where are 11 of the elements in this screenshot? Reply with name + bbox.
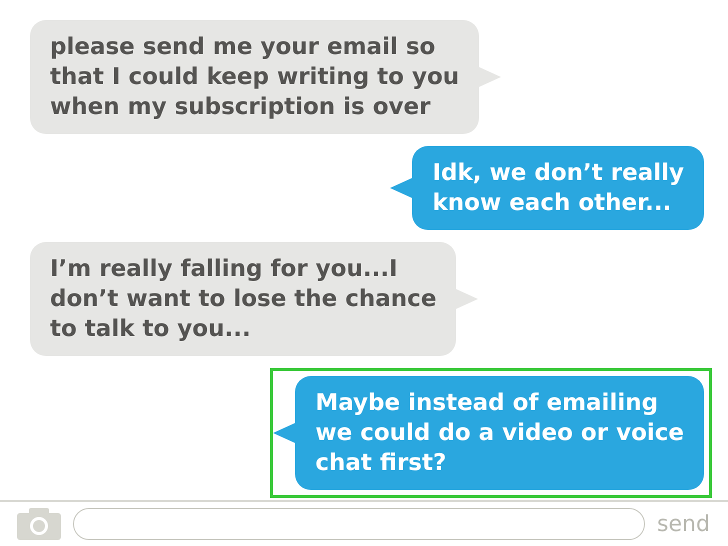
message-bubble: Idk, we don’t really know each other... <box>412 146 704 230</box>
bubble-tail-icon <box>456 289 478 309</box>
bubble-tail-icon <box>273 423 296 443</box>
send-button[interactable]: send <box>657 508 710 540</box>
message-input-field[interactable] <box>73 508 645 540</box>
bubble-tail-icon <box>479 67 502 87</box>
message-bubble: I’m really falling for you...I don’t want to lose the chance to talk to you... <box>30 242 456 356</box>
bubble-tail-icon <box>390 178 412 198</box>
camera-icon[interactable] <box>17 508 61 540</box>
message-bubble: please send me your email so that I could keep writing to you when my subscription is over <box>30 20 480 134</box>
message-bubble: Maybe instead of emailing we could do a video or voice chat first? <box>295 376 704 490</box>
